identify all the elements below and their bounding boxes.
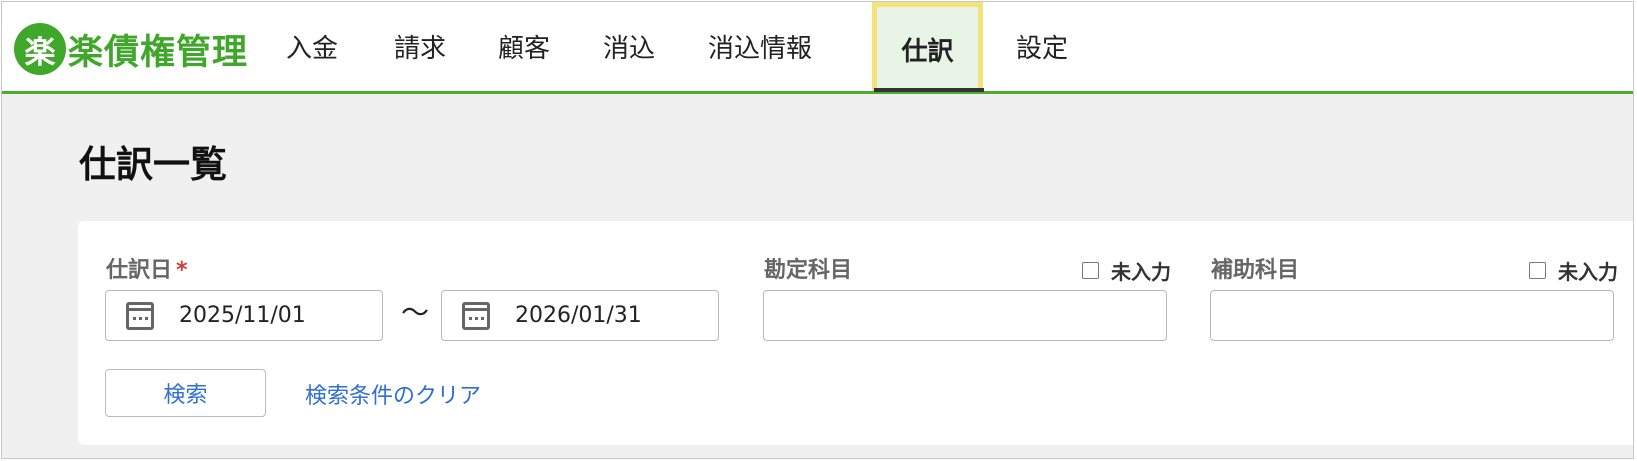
journal-date-label: 仕訳日 * [106, 252, 188, 284]
nav-item-customers[interactable]: 顧客 [479, 2, 569, 91]
date-from-input[interactable]: 2025/11/01 [105, 290, 383, 341]
account-unentered-checkbox[interactable]: 未入力 [1082, 256, 1171, 285]
account-unentered-label: 未入力 [1111, 260, 1171, 284]
search-filter-panel: 仕訳日 * 2025/11/01 〜 2026/01/31 勘定科目 未入力 補助… [78, 221, 1633, 445]
app-logo[interactable]: 楽 楽債権管理 [14, 23, 249, 75]
account-label: 勘定科目 [764, 258, 853, 283]
sub-account-unentered-label: 未入力 [1558, 260, 1618, 284]
nav-item-matching[interactable]: 消込 [584, 2, 674, 91]
date-from-value: 2025/11/01 [179, 303, 306, 328]
checkbox-icon[interactable] [1082, 262, 1099, 279]
sub-account-label: 補助科目 [1211, 258, 1300, 283]
required-mark: * [176, 258, 188, 283]
date-to-value: 2026/01/31 [515, 303, 642, 328]
logo-icon: 楽 [14, 23, 66, 75]
logo-text: 楽債権管理 [68, 32, 249, 73]
sub-account-unentered-checkbox[interactable]: 未入力 [1529, 256, 1618, 285]
nav-item-deposit[interactable]: 入金 [267, 2, 357, 91]
checkbox-icon[interactable] [1529, 262, 1546, 279]
top-navigation: 楽 楽債権管理 入金 請求 顧客 消込 消込情報 仕訳 設定 [2, 2, 1633, 94]
page-title: 仕訳一覧 [79, 143, 227, 186]
app-window: 楽 楽債権管理 入金 請求 顧客 消込 消込情報 仕訳 設定 仕訳一覧 仕訳日 *… [1, 1, 1634, 459]
account-input[interactable] [763, 290, 1167, 341]
nav-item-matching-info[interactable]: 消込情報 [685, 2, 835, 91]
sub-account-input[interactable] [1210, 290, 1614, 341]
calendar-icon[interactable] [462, 301, 490, 330]
search-button[interactable]: 検索 [105, 369, 266, 417]
calendar-icon[interactable] [126, 301, 154, 330]
date-range-separator: 〜 [401, 296, 430, 329]
nav-item-billing[interactable]: 請求 [375, 2, 465, 91]
date-to-input[interactable]: 2026/01/31 [441, 290, 719, 341]
active-tab-indicator [874, 88, 984, 92]
nav-item-journal[interactable]: 仕訳 [872, 2, 983, 91]
journal-date-label-text: 仕訳日 [106, 258, 173, 283]
nav-item-settings[interactable]: 設定 [992, 2, 1092, 91]
clear-search-link[interactable]: 検索条件のクリア [305, 378, 481, 410]
